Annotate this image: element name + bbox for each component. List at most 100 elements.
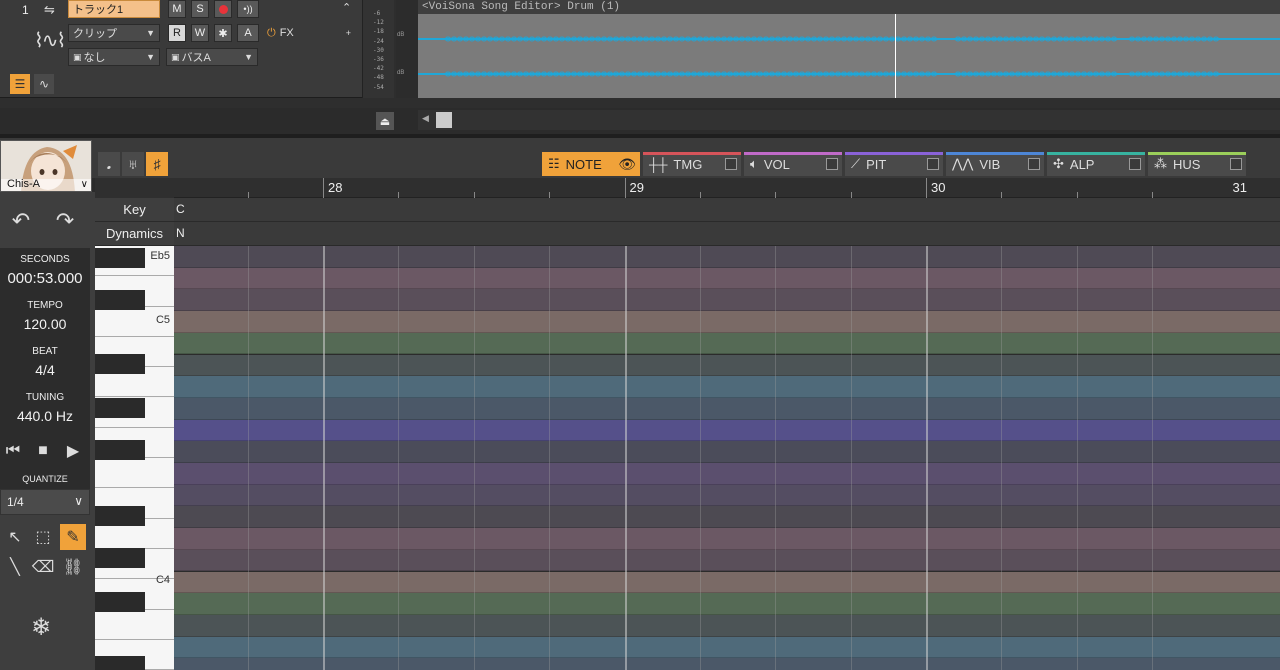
fx-slot[interactable]: ⏻ FX +: [262, 24, 356, 42]
chevron-up-icon[interactable]: ⌃: [342, 1, 351, 14]
line-tool-icon[interactable]: ╲: [4, 556, 26, 578]
piano-keyboard[interactable]: Eb5 C5 C4: [95, 246, 174, 670]
tab-pit[interactable]: ⟋ PIT: [845, 152, 943, 176]
undo-icon[interactable]: ↶: [10, 208, 32, 233]
tab-checkbox[interactable]: [725, 158, 737, 170]
pitch-row[interactable]: [174, 528, 1280, 550]
pitch-row[interactable]: [174, 614, 1280, 637]
pitch-row[interactable]: [174, 246, 1280, 268]
bar-number[interactable]: 28: [328, 180, 342, 195]
tab-tmg[interactable]: ┼┼ TMG: [643, 152, 741, 176]
bar-number[interactable]: 29: [630, 180, 644, 195]
eye-icon[interactable]: 👁︎: [618, 156, 636, 173]
solo-button[interactable]: S: [191, 0, 209, 18]
note-grid[interactable]: [174, 246, 1280, 670]
scroll-thumb[interactable]: [436, 112, 452, 128]
tab-note[interactable]: ☷ NOTE 👁︎: [542, 152, 640, 176]
tab-checkbox[interactable]: [826, 158, 838, 170]
black-key[interactable]: [95, 506, 145, 526]
pitch-row[interactable]: [174, 267, 1280, 290]
tuning-value[interactable]: 440.0 Hz: [0, 408, 90, 424]
eraser-tool-icon[interactable]: ⌫: [32, 556, 55, 578]
stop-icon[interactable]: ■: [32, 440, 54, 462]
playhead[interactable]: [895, 14, 896, 98]
record-button[interactable]: [214, 0, 232, 18]
black-key[interactable]: [95, 592, 145, 612]
pitch-row[interactable]: [174, 354, 1280, 377]
pitch-row[interactable]: [174, 549, 1280, 572]
pitch-row[interactable]: [174, 289, 1280, 312]
pitch-row[interactable]: [174, 463, 1280, 485]
pitch-row[interactable]: [174, 441, 1280, 463]
black-key[interactable]: [95, 248, 145, 268]
tab-checkbox[interactable]: [1230, 158, 1242, 170]
write-button[interactable]: W: [191, 24, 209, 42]
automation-view-icon[interactable]: ∿: [34, 74, 54, 94]
tab-checkbox[interactable]: [1028, 158, 1040, 170]
quantize-select[interactable]: 1/4 ∨: [0, 489, 90, 515]
output-select[interactable]: ▣ バスA ▼: [166, 48, 258, 66]
black-key[interactable]: [95, 398, 145, 418]
skip-back-icon[interactable]: ⏮: [2, 440, 24, 462]
tab-checkbox[interactable]: [927, 158, 939, 170]
beat-value[interactable]: 4/4: [0, 362, 90, 378]
input-select[interactable]: ▣ なし ▼: [68, 48, 160, 66]
read-button[interactable]: R: [168, 24, 186, 42]
bar-number[interactable]: 30: [931, 180, 945, 195]
tab-checkbox[interactable]: [1129, 158, 1141, 170]
pitch-row[interactable]: [174, 636, 1280, 659]
black-key[interactable]: [95, 548, 145, 568]
tab-vol[interactable]: 🔈︎ VOL: [744, 152, 842, 176]
scroll-left-icon[interactable]: ◀: [422, 113, 429, 124]
clip-view-icon[interactable]: ☰: [10, 74, 30, 94]
pitch-row[interactable]: [174, 506, 1280, 529]
black-key[interactable]: [95, 440, 145, 460]
plus-icon[interactable]: +: [346, 28, 351, 38]
timeline-ruler[interactable]: 28 29 30 31: [174, 178, 1280, 198]
arrangement-lane[interactable]: <VoiSona Song Editor> Drum (1): [418, 0, 1280, 98]
pitch-row[interactable]: [174, 484, 1280, 507]
pitch-row[interactable]: [174, 332, 1280, 355]
tab-hus[interactable]: ⁂ HUS: [1148, 152, 1246, 176]
track-name-field[interactable]: トラック1: [68, 0, 160, 18]
select-tool-icon[interactable]: ⬚: [32, 526, 54, 548]
latch-button[interactable]: ✱: [214, 24, 232, 42]
horizontal-scrollbar[interactable]: ◀: [418, 110, 1280, 130]
score-mode-icon[interactable]: ♯: [146, 152, 168, 176]
pitch-row[interactable]: [174, 376, 1280, 398]
black-key[interactable]: [95, 656, 145, 670]
snowflake-icon[interactable]: ❄: [30, 614, 52, 641]
tempo-value[interactable]: 120.00: [0, 316, 90, 332]
pitch-row[interactable]: [174, 419, 1280, 442]
black-key[interactable]: [95, 354, 145, 374]
pitch-row[interactable]: [174, 593, 1280, 615]
metronome-icon[interactable]: 𝅘: [98, 152, 120, 176]
pencil-tool-icon[interactable]: ✎: [60, 524, 86, 550]
eject-icon[interactable]: ⏏: [376, 112, 394, 130]
pitch-row[interactable]: [174, 397, 1280, 420]
link-tool-icon[interactable]: ⛓: [62, 556, 84, 578]
bar-number[interactable]: 31: [1233, 180, 1247, 195]
pitch-row[interactable]: [174, 571, 1280, 594]
dynamics-value[interactable]: N: [176, 226, 185, 240]
pointer-tool-icon[interactable]: ↖: [4, 526, 26, 548]
mute-button[interactable]: M: [168, 0, 186, 18]
pitch-row[interactable]: [174, 658, 1280, 670]
white-key[interactable]: [95, 609, 174, 640]
tab-vib[interactable]: ⋀⋀ VIB: [946, 152, 1044, 176]
monitor-button[interactable]: •)): [237, 0, 259, 18]
play-icon[interactable]: ▶: [62, 440, 84, 462]
chevron-down-icon[interactable]: ∨: [81, 179, 88, 190]
redo-icon[interactable]: ↷: [54, 208, 76, 233]
tab-alp[interactable]: ✣ ALP: [1047, 152, 1145, 176]
black-key[interactable]: [95, 290, 145, 310]
auto-button[interactable]: A: [237, 24, 259, 42]
clip-select[interactable]: クリップ ▼: [68, 24, 160, 42]
pitch-row[interactable]: [174, 311, 1280, 333]
tuning-fork-icon[interactable]: ♅: [122, 152, 144, 176]
voice-avatar[interactable]: Chis-A ∨: [0, 140, 92, 192]
key-value[interactable]: C: [176, 202, 185, 216]
seconds-value[interactable]: 000:53.000: [0, 270, 90, 287]
clip-body[interactable]: [418, 14, 1280, 98]
dynamics-row-lane[interactable]: N: [174, 222, 1280, 246]
